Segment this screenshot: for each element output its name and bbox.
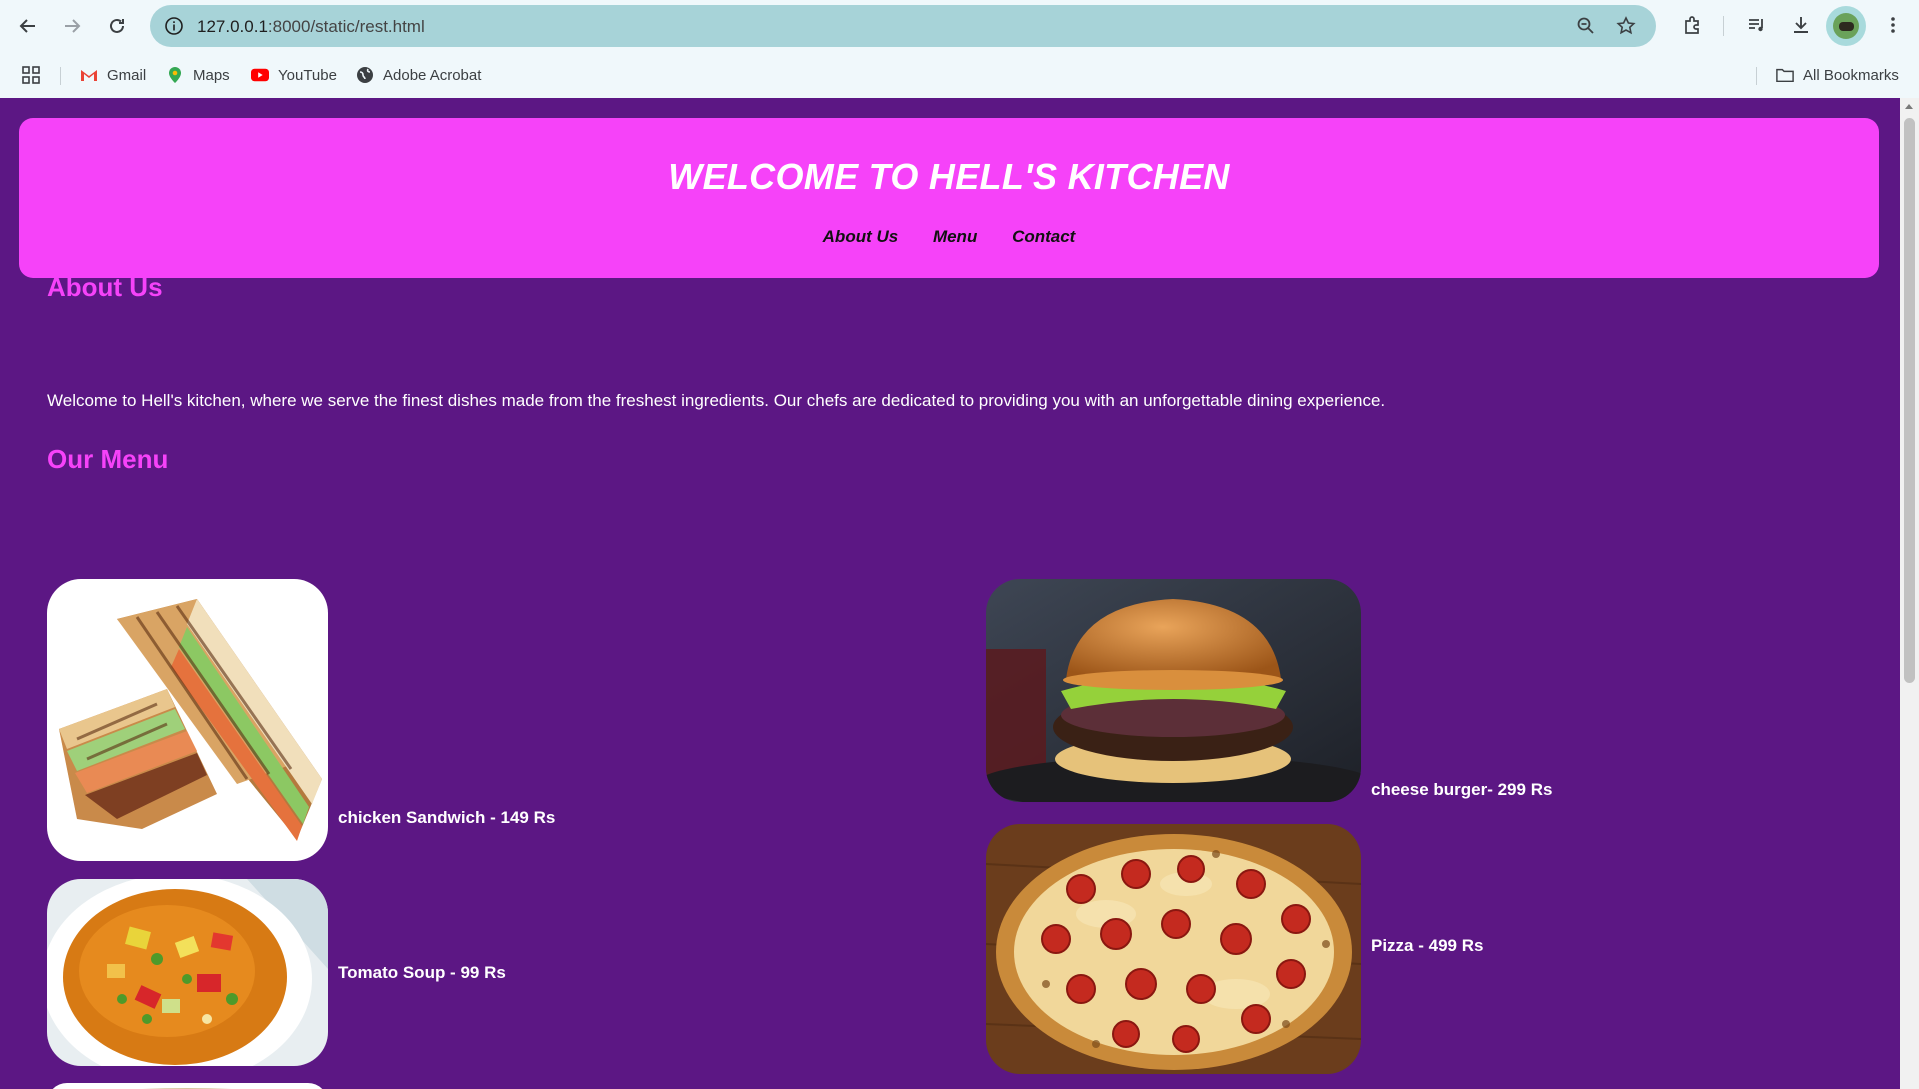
profile-avatar[interactable] bbox=[1826, 6, 1866, 46]
arrow-right-icon bbox=[65, 19, 81, 33]
apps-button[interactable] bbox=[21, 64, 41, 86]
url-host: 127.0.0.1 bbox=[197, 17, 268, 36]
nav-link-contact[interactable]: Contact bbox=[1012, 227, 1075, 246]
bookmark-maps[interactable]: Maps bbox=[166, 64, 230, 86]
back-button[interactable] bbox=[12, 10, 44, 42]
gmail-icon bbox=[80, 66, 98, 84]
page-scrollbar[interactable] bbox=[1900, 98, 1919, 1089]
burger-image bbox=[986, 579, 1361, 802]
bookmark-adobe-acrobat[interactable]: Adobe Acrobat bbox=[356, 64, 481, 86]
pizza-image bbox=[986, 824, 1361, 1074]
apps-grid-icon bbox=[22, 66, 40, 84]
puzzle-icon bbox=[1685, 16, 1699, 34]
extensions-button[interactable] bbox=[1680, 12, 1706, 38]
about-text: Welcome to Hell's kitchen, where we serv… bbox=[47, 391, 1386, 410]
site-title: WELCOME TO HELL'S KITCHEN bbox=[668, 156, 1230, 197]
bookmark-label: YouTube bbox=[278, 66, 337, 84]
downloads-button[interactable] bbox=[1788, 12, 1814, 38]
forward-button[interactable] bbox=[56, 10, 88, 42]
scroll-up-icon[interactable] bbox=[1905, 104, 1913, 109]
bookmark-gmail[interactable]: Gmail bbox=[80, 64, 146, 86]
bookmarks-divider bbox=[1756, 67, 1757, 85]
bookmarks-divider bbox=[60, 67, 61, 85]
bookmark-youtube[interactable]: YouTube bbox=[251, 64, 337, 86]
all-bookmarks-button[interactable]: All Bookmarks bbox=[1776, 64, 1899, 86]
menu-item-image-partial bbox=[47, 1083, 328, 1089]
page-content: WELCOME TO HELL'S KITCHEN About Us Menu … bbox=[0, 98, 1900, 1089]
reload-button[interactable] bbox=[101, 10, 133, 42]
menu-button[interactable] bbox=[1880, 12, 1906, 38]
nav-link-menu[interactable]: Menu bbox=[933, 227, 977, 246]
url-text[interactable]: 127.0.0.1:8000/static/rest.html bbox=[197, 17, 425, 37]
zoom-icon[interactable] bbox=[1576, 16, 1596, 36]
site-header: WELCOME TO HELL'S KITCHEN About Us Menu … bbox=[19, 118, 1879, 278]
avatar-image bbox=[1833, 13, 1859, 39]
site-nav: About Us Menu Contact bbox=[19, 227, 1879, 247]
bookmarks-bar: Gmail Maps YouTube Adobe Acrobat All Boo… bbox=[0, 52, 1919, 98]
media-list-icon bbox=[1749, 19, 1763, 32]
menu-item-label: Pizza - 499 Rs bbox=[1371, 936, 1484, 955]
scrollbar-thumb[interactable] bbox=[1904, 118, 1915, 683]
menu-item-label: cheese burger- 299 Rs bbox=[1371, 780, 1553, 799]
maps-icon bbox=[166, 66, 184, 84]
menu-item-label: chicken Sandwich - 149 Rs bbox=[338, 808, 556, 827]
info-icon[interactable] bbox=[164, 16, 184, 36]
youtube-icon bbox=[251, 66, 269, 84]
toolbar-divider bbox=[1723, 16, 1724, 36]
arrow-left-icon bbox=[19, 19, 35, 33]
about-heading: About Us bbox=[47, 272, 163, 302]
nav-link-about-us[interactable]: About Us bbox=[823, 227, 899, 246]
menu-heading: Our Menu bbox=[47, 444, 169, 474]
reload-icon bbox=[110, 18, 124, 33]
bookmark-label: Gmail bbox=[107, 66, 147, 84]
bookmark-label: Maps bbox=[193, 66, 230, 84]
url-path: :8000/static/rest.html bbox=[267, 17, 425, 36]
sandwich-image bbox=[47, 579, 328, 861]
browser-toolbar: 127.0.0.1:8000/static/rest.html bbox=[0, 0, 1919, 52]
address-bar[interactable]: 127.0.0.1:8000/static/rest.html bbox=[150, 5, 1656, 47]
soup-image bbox=[47, 879, 328, 1066]
download-icon bbox=[1794, 17, 1808, 33]
folder-icon bbox=[1776, 66, 1794, 84]
more-vert-icon bbox=[1891, 17, 1895, 33]
all-bookmarks-label: All Bookmarks bbox=[1803, 66, 1899, 84]
media-button[interactable] bbox=[1744, 12, 1770, 38]
menu-item-label: Tomato Soup - 99 Rs bbox=[338, 963, 506, 982]
star-icon[interactable] bbox=[1616, 16, 1636, 36]
bookmark-label: Adobe Acrobat bbox=[383, 66, 482, 84]
globe-icon bbox=[356, 66, 374, 84]
